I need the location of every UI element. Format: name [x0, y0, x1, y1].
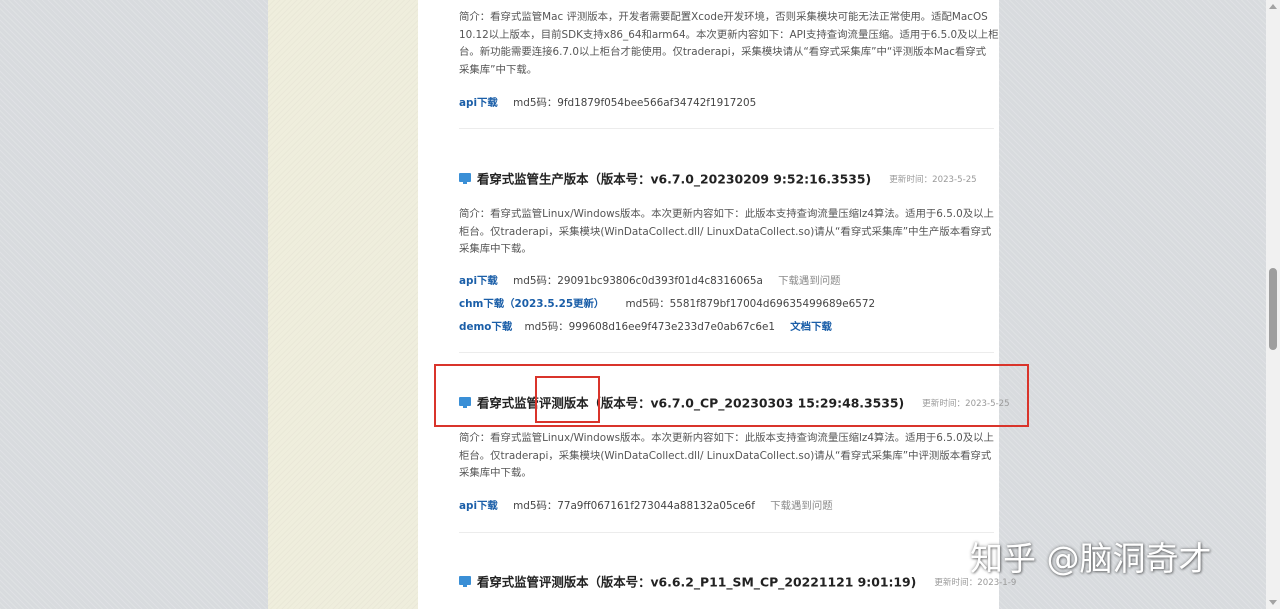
- production-version-date: 更新时间：2023-5-25: [889, 174, 977, 185]
- section-divider: [459, 128, 994, 129]
- section-divider: [459, 532, 994, 533]
- download-list-panel: 简介：看穿式监管Mac 评测版本，开发者需要配置Xcode开发环境，否则采集模块…: [418, 0, 1016, 609]
- production-demo-download-link[interactable]: demo下载: [459, 318, 512, 333]
- production-api-md5: md5码：29091bc93806c0d393f01d4c8316065a: [513, 275, 763, 287]
- production-chm-row: chm下载（2023.5.25更新） md5码：5581f879bf17004d…: [459, 295, 875, 310]
- production-version-title: 看穿式监管生产版本（版本号：v6.7.0_20230209 9:52:16.35…: [477, 171, 872, 187]
- evaluation-api-row: api下载 md5码：77a9ff067161f273044a88132a05c…: [459, 497, 833, 512]
- production-api-issue-link[interactable]: 下载遇到问题: [778, 272, 840, 287]
- evaluation-version-description: 简介：看穿式监管Linux/Windows版本。本次更新内容如下：此版本支持查询…: [459, 432, 994, 479]
- scroll-down-icon[interactable]: [1269, 600, 1277, 605]
- scroll-up-icon[interactable]: [1269, 4, 1277, 9]
- monitor-icon: [459, 576, 471, 587]
- evaluation-api-issue-link[interactable]: 下载遇到问题: [770, 497, 832, 512]
- production-api-download-link[interactable]: api下载: [459, 272, 498, 287]
- mac-version-description: 简介：看穿式监管Mac 评测版本，开发者需要配置Xcode开发环境，否则采集模块…: [459, 11, 999, 76]
- monitor-icon: [459, 173, 471, 184]
- left-margin-band: [268, 0, 418, 609]
- highlight-box-evaluation-row: [434, 364, 1029, 427]
- production-doc-download-link[interactable]: 文档下载: [790, 318, 832, 333]
- older-evaluation-version-title: 看穿式监管评测版本（版本号：v6.6.2_P11_SM_CP_20221121 …: [477, 574, 917, 590]
- mac-api-md5: md5码：9fd1879f054bee566af34742f1917205: [513, 97, 757, 109]
- vertical-scrollbar[interactable]: [1266, 0, 1280, 609]
- scrollbar-thumb[interactable]: [1269, 268, 1277, 350]
- production-chm-md5: md5码：5581f879bf17004d69635499689e6572: [625, 298, 876, 310]
- mac-download-row: api下载 md5码：9fd1879f054bee566af34742f1917…: [459, 94, 756, 109]
- older-evaluation-version-header: 看穿式监管评测版本（版本号：v6.6.2_P11_SM_CP_20221121 …: [459, 571, 1016, 591]
- production-demo-row: demo下载 md5码：999608d16ee9f473e233d7e0ab67…: [459, 318, 832, 333]
- production-chm-download-link[interactable]: chm下载（2023.5.25更新）: [459, 295, 604, 310]
- evaluation-api-download-link[interactable]: api下载: [459, 497, 498, 512]
- evaluation-api-md5: md5码：77a9ff067161f273044a88132a05ce6f: [513, 500, 755, 512]
- production-demo-md5: md5码：999608d16ee9f473e233d7e0ab67c6e1: [524, 321, 775, 333]
- mac-api-download-link[interactable]: api下载: [459, 94, 498, 109]
- production-version-header: 看穿式监管生产版本（版本号：v6.7.0_20230209 9:52:16.35…: [459, 168, 977, 188]
- production-api-row: api下载 md5码：29091bc93806c0d393f01d4c83160…: [459, 272, 841, 287]
- section-divider: [459, 352, 994, 353]
- watermark-text: 知乎 @脑洞奇才: [970, 539, 1212, 578]
- production-version-description: 简介：看穿式监管Linux/Windows版本。本次更新内容如下：此版本支持查询…: [459, 208, 994, 255]
- highlight-box-evaluation-keyword: [535, 376, 600, 423]
